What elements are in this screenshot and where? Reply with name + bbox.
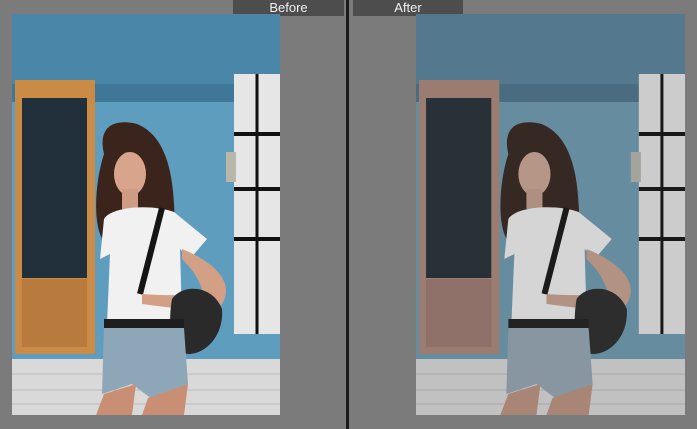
after-photo [416, 14, 685, 415]
before-photo [12, 14, 280, 415]
divider-line[interactable] [346, 0, 349, 429]
before-photo-image [12, 14, 280, 415]
after-photo-image [416, 14, 685, 415]
